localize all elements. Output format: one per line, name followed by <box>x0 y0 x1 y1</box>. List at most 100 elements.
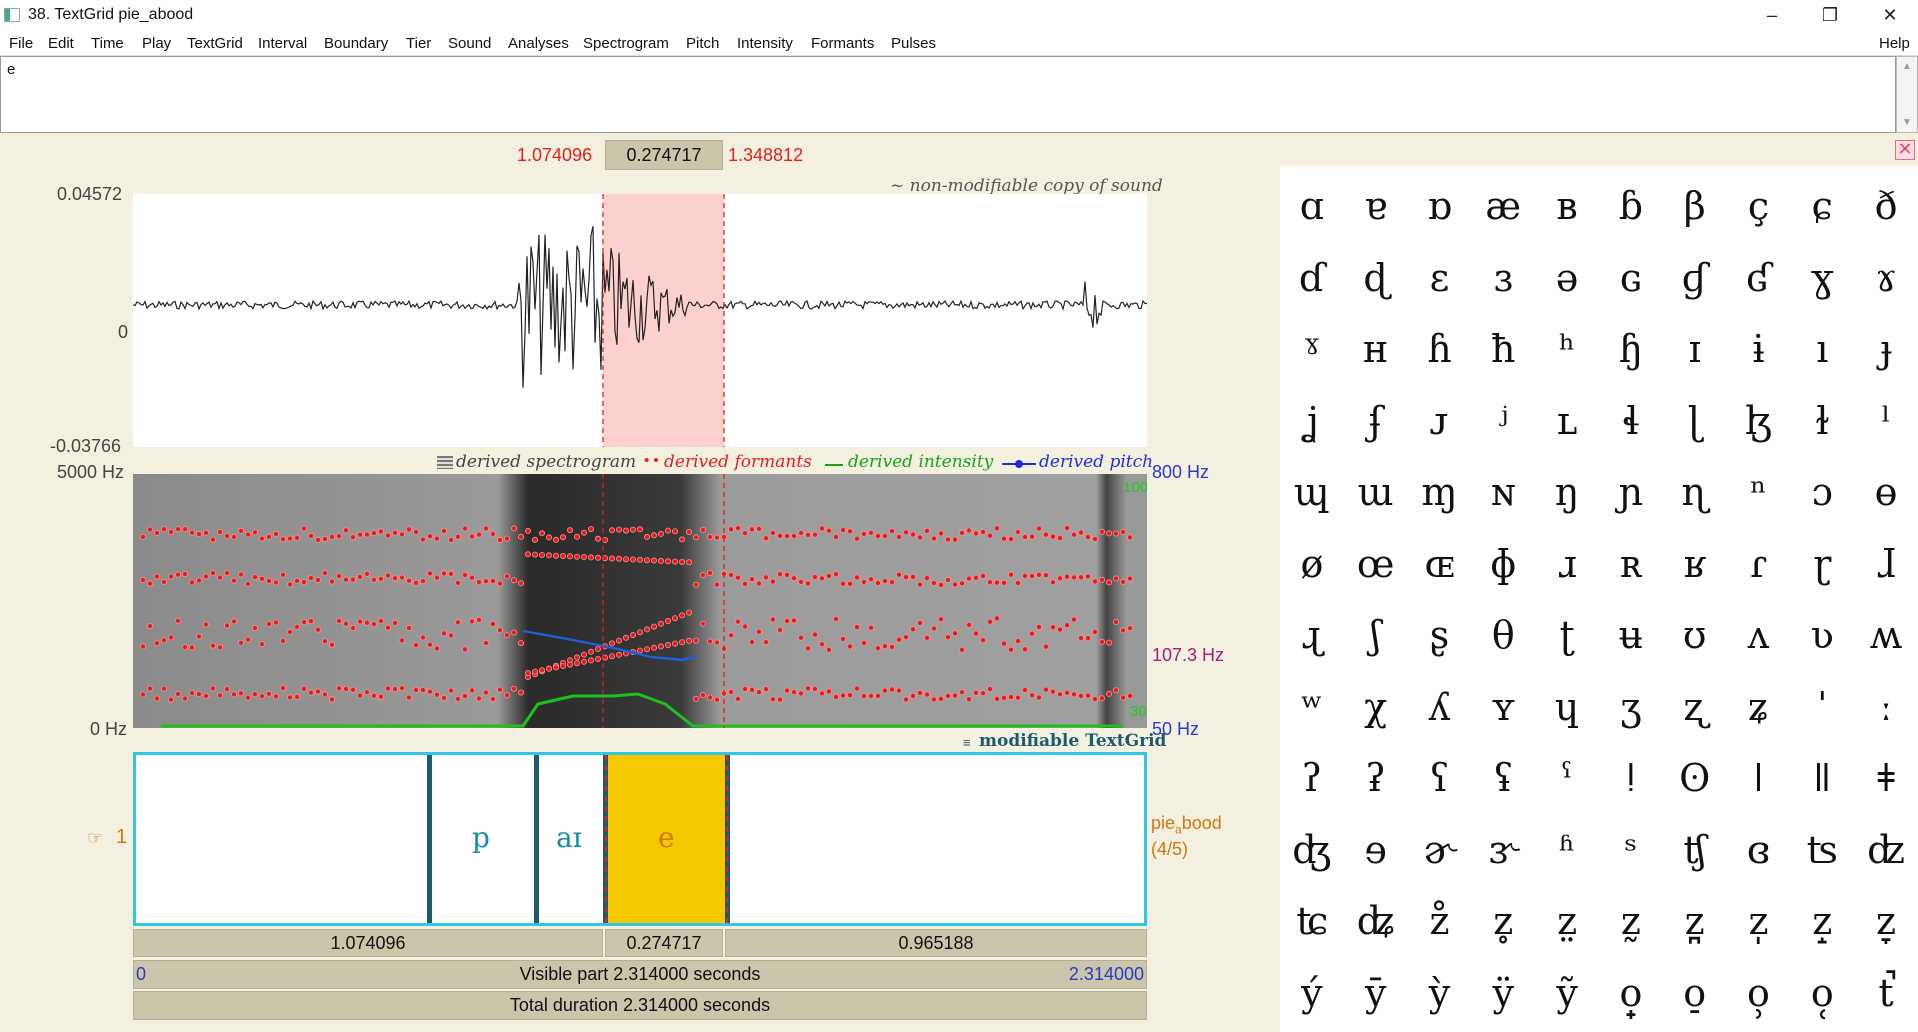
ipa-key[interactable]: ʘ <box>1663 746 1727 818</box>
ipa-key[interactable]: z̪ <box>1663 889 1727 961</box>
ipa-key[interactable]: ɬ <box>1599 389 1663 461</box>
ipa-key[interactable]: ʣ <box>1854 818 1918 890</box>
ipa-key[interactable]: z̤ <box>1535 889 1599 961</box>
ipa-key[interactable]: ɲ <box>1599 460 1663 532</box>
menu-spectrogram[interactable]: Spectrogram <box>583 35 669 52</box>
ipa-key[interactable]: ɮ <box>1727 389 1791 461</box>
ipa-key[interactable]: ɘ <box>1344 818 1408 890</box>
ipa-key[interactable]: ʤ <box>1280 818 1344 890</box>
ipa-key[interactable]: ɔ <box>1790 460 1854 532</box>
ipa-key[interactable]: ʥ <box>1344 889 1408 961</box>
text-field-scrollbar[interactable]: ▲ ▼ <box>1896 56 1918 133</box>
ipa-key[interactable]: ỹ <box>1535 961 1599 1032</box>
menu-pulses[interactable]: Pulses <box>891 35 936 52</box>
ipa-key[interactable]: z̝ <box>1790 889 1854 961</box>
ipa-key[interactable]: ɢ <box>1599 246 1663 318</box>
ipa-key[interactable]: ʌ <box>1727 603 1791 675</box>
ipa-key[interactable]: ɧ <box>1599 317 1663 389</box>
ipa-key[interactable]: z̥ <box>1471 889 1535 961</box>
menu-tier[interactable]: Tier <box>406 35 431 52</box>
ipa-key[interactable]: ɽ <box>1790 532 1854 604</box>
ipa-key[interactable]: ɹ <box>1535 532 1599 604</box>
ipa-key[interactable]: ħ <box>1471 317 1535 389</box>
ipa-key[interactable]: ʎ <box>1408 675 1472 747</box>
ipa-key[interactable]: χ <box>1344 675 1408 747</box>
ipa-key[interactable]: ɾ <box>1727 532 1791 604</box>
ipa-key[interactable]: β <box>1663 174 1727 246</box>
ipa-key[interactable]: ʨ <box>1280 889 1344 961</box>
scroll-up-icon[interactable]: ▲ <box>1902 61 1912 72</box>
ipa-key[interactable]: ɴ <box>1471 460 1535 532</box>
ipa-key[interactable]: ˢ <box>1599 818 1663 890</box>
ipa-key[interactable]: ç <box>1727 174 1791 246</box>
ipa-key[interactable]: ỳ <box>1408 961 1472 1032</box>
ipa-key[interactable]: ɥ <box>1535 675 1599 747</box>
ipa-key[interactable]: ÿ <box>1471 961 1535 1032</box>
ipa-key[interactable]: ɱ <box>1408 460 1472 532</box>
ipa-key[interactable]: ɨ <box>1727 317 1791 389</box>
ipa-key[interactable]: ɖ <box>1344 246 1408 318</box>
ipa-key[interactable]: ɜ <box>1471 246 1535 318</box>
ipa-key[interactable]: o̠ <box>1663 961 1727 1032</box>
ipa-key[interactable]: ø <box>1280 532 1344 604</box>
ipa-key[interactable]: ɺ <box>1854 532 1918 604</box>
ipa-key[interactable]: ʜ <box>1344 317 1408 389</box>
tier-1[interactable]: p aɪ e <box>133 752 1147 926</box>
ipa-key[interactable]: ɭ <box>1663 389 1727 461</box>
ipa-key[interactable]: ʁ <box>1663 532 1727 604</box>
maximize-button[interactable]: ❐ <box>1810 2 1850 28</box>
ipa-key[interactable]: ɣ <box>1790 246 1854 318</box>
ipa-key[interactable]: ᴊ <box>1408 389 1472 461</box>
ipa-key[interactable]: ɝ <box>1471 818 1535 890</box>
interval-text-field[interactable]: e <box>0 56 1896 133</box>
ipa-key[interactable]: ⁿ <box>1727 460 1791 532</box>
ipa-key[interactable]: ʂ <box>1408 603 1472 675</box>
ipa-key[interactable]: ɶ <box>1408 532 1472 604</box>
ipa-key[interactable]: o̟ <box>1599 961 1663 1032</box>
ipa-key[interactable]: z̞ <box>1854 889 1918 961</box>
duration-right[interactable]: 0.965188 <box>725 929 1147 957</box>
ipa-key[interactable]: ɕ <box>1790 174 1854 246</box>
ipa-key[interactable]: ʀ <box>1599 532 1663 604</box>
ipa-key[interactable]: ɪ <box>1663 317 1727 389</box>
ipa-key[interactable]: ʐ <box>1663 675 1727 747</box>
ipa-key[interactable]: ʄ <box>1344 389 1408 461</box>
waveform-panel[interactable] <box>133 194 1147 447</box>
boundary[interactable] <box>427 755 432 923</box>
ipa-key[interactable]: ʰ <box>1535 317 1599 389</box>
ipa-key[interactable]: ɯ <box>1344 460 1408 532</box>
total-duration-bar[interactable]: Total duration 2.314000 seconds <box>133 991 1147 1020</box>
visible-part-bar[interactable]: 0 Visible part 2.314000 seconds 2.314000 <box>133 960 1147 989</box>
ipa-close-icon[interactable]: ✕ <box>1895 140 1915 160</box>
menu-sound[interactable]: Sound <box>448 35 491 52</box>
ipa-key[interactable]: o̹ <box>1727 961 1791 1032</box>
menu-time[interactable]: Time <box>91 35 124 52</box>
ipa-key[interactable]: ʔ <box>1280 746 1344 818</box>
ipa-key[interactable]: ɻ <box>1280 603 1344 675</box>
ipa-key[interactable]: æ <box>1471 174 1535 246</box>
ipa-key[interactable]: ʈ <box>1535 603 1599 675</box>
ipa-key[interactable]: ˠ <box>1280 317 1344 389</box>
scroll-down-icon[interactable]: ▼ <box>1902 117 1912 128</box>
ipa-key[interactable]: ʱ <box>1535 818 1599 890</box>
ipa-key[interactable]: ý <box>1280 961 1344 1032</box>
ipa-key[interactable]: ʑ <box>1727 675 1791 747</box>
ipa-key[interactable]: ʕ <box>1408 746 1472 818</box>
ipa-key[interactable]: ɞ <box>1727 818 1791 890</box>
menu-file[interactable]: File <box>9 35 33 52</box>
menu-textgrid[interactable]: TextGrid <box>187 35 243 52</box>
ipa-key[interactable]: ɗ <box>1280 246 1344 318</box>
ipa-key[interactable]: θ <box>1471 603 1535 675</box>
boundary[interactable] <box>534 755 539 923</box>
ipa-key[interactable]: ɸ <box>1471 532 1535 604</box>
ipa-key[interactable]: ɛ <box>1408 246 1472 318</box>
ipa-key[interactable]: ɵ <box>1854 460 1918 532</box>
ipa-key[interactable]: ʲ <box>1471 389 1535 461</box>
ipa-key[interactable]: ˡ <box>1854 389 1918 461</box>
ipa-key[interactable]: ɓ <box>1599 174 1663 246</box>
ipa-key[interactable]: ʏ <box>1471 675 1535 747</box>
ipa-key[interactable]: z̩ <box>1727 889 1791 961</box>
ipa-key[interactable]: ɚ <box>1408 818 1472 890</box>
ipa-key[interactable]: ʟ <box>1535 389 1599 461</box>
ipa-key[interactable]: o̜ <box>1790 961 1854 1032</box>
